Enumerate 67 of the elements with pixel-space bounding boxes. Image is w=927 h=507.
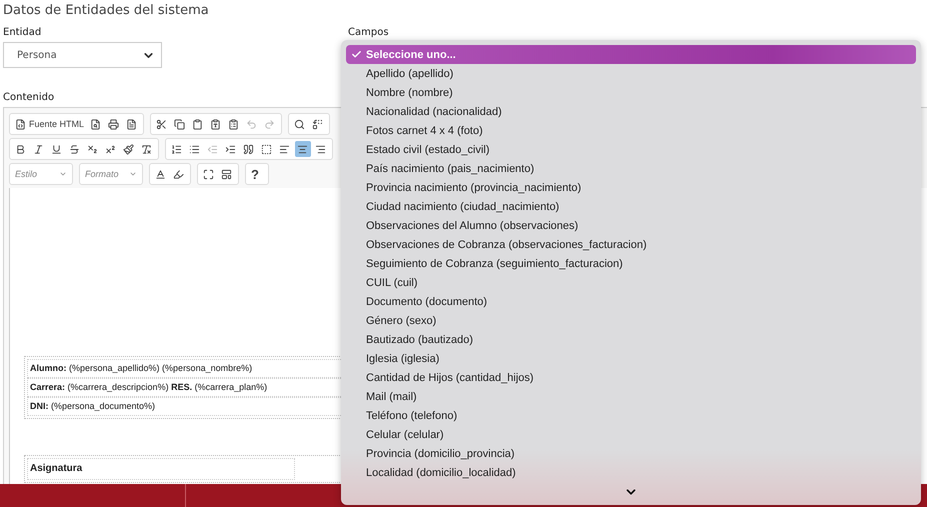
align-center-icon	[297, 144, 308, 154]
print-icon	[108, 118, 120, 130]
dropdown-option[interactable]: Fotos carnet 4 x 4 (foto)	[346, 121, 916, 140]
div-container-icon	[261, 144, 272, 154]
text-color-icon	[155, 168, 166, 180]
check-icon	[351, 49, 362, 60]
field-label: Campos	[348, 27, 389, 38]
field-label: Contenido	[3, 92, 54, 103]
dropdown-option[interactable]: Localidad (domicilio_localidad)	[346, 463, 916, 482]
dropdown-option[interactable]: Nacionalidad (nacionalidad)	[346, 102, 916, 121]
indent-icon	[225, 144, 236, 154]
redo-icon	[264, 118, 276, 130]
paintbrush-icon	[123, 144, 134, 154]
superscript-icon	[105, 144, 116, 154]
italic-icon	[33, 144, 44, 154]
style-dropdown[interactable]: Formato	[82, 166, 140, 182]
dropdown-option[interactable]: CUIL (cuil)	[346, 273, 916, 292]
code-file-icon	[15, 118, 26, 130]
dropdown-option[interactable]: Apellido (apellido)	[346, 64, 916, 83]
page-title: Datos de Entidades del sistema	[3, 3, 210, 20]
paste-text-icon	[210, 118, 222, 130]
dropdown-option[interactable]: Seguimiento de Cobranza (seguimiento_facturacion)	[346, 254, 916, 273]
table-header-cell: Asignatura	[27, 458, 295, 480]
highlighter-icon	[173, 168, 184, 180]
entity-select[interactable]: Persona	[3, 42, 162, 68]
align-left-icon	[279, 144, 290, 154]
strikethrough-icon	[69, 144, 80, 154]
caret-icon	[129, 170, 137, 178]
source-button[interactable]: Fuente HTML	[13, 116, 86, 132]
caret-icon	[59, 170, 67, 178]
paste-icon	[192, 118, 204, 130]
copy-icon	[174, 118, 186, 130]
field-label: Entidad	[3, 27, 42, 38]
dropdown-option[interactable]: Provincia nacimiento (provincia_nacimiento)	[346, 178, 916, 197]
quote-icon	[243, 144, 254, 154]
numbered-list-icon	[171, 144, 182, 154]
align-right-icon	[315, 144, 326, 154]
dropdown-option[interactable]: Documento (documento)	[346, 292, 916, 311]
undo-icon	[246, 118, 258, 130]
maximize-icon	[203, 168, 214, 180]
dropdown-option[interactable]: Nombre (nombre)	[346, 83, 916, 102]
clear-format-icon	[141, 144, 152, 154]
dropdown-option[interactable]: Estado civil (estado_civil)	[346, 140, 916, 159]
dropdown-option[interactable]: Observaciones de Cobranza (observaciones_facturacion)	[346, 235, 916, 254]
search-icon	[294, 118, 306, 130]
dropdown-option[interactable]: País nacimiento (pais_nacimiento)	[346, 159, 916, 178]
dropdown-option[interactable]: Seleccione uno...	[346, 45, 916, 64]
style-dropdown[interactable]: Estilo	[12, 166, 70, 182]
dropdown-option[interactable]: Celular (celular)	[346, 425, 916, 444]
underline-icon	[51, 144, 62, 154]
document-icon	[126, 118, 138, 130]
dropdown-option[interactable]: Género (sexo)	[346, 311, 916, 330]
dropdown-option[interactable]: Ciudad nacimiento (ciudad_nacimiento)	[346, 197, 916, 216]
dropdown-option[interactable]: Provincia (domicilio_provincia)	[346, 444, 916, 463]
paste-word-icon	[228, 118, 240, 130]
bullet-list-icon	[189, 144, 200, 154]
help-button[interactable]: ?	[249, 166, 265, 182]
subscript-icon	[87, 144, 98, 154]
show-blocks-icon	[221, 168, 232, 180]
bold-icon	[15, 144, 26, 154]
dropdown-option[interactable]: Bautizado (bautizado)	[346, 330, 916, 349]
outdent-icon	[207, 144, 218, 154]
dropdown-option[interactable]: Observaciones del Alumno (observaciones)	[346, 216, 916, 235]
align-center-button[interactable]	[295, 141, 311, 157]
replace-icon	[312, 118, 324, 130]
preview-icon	[90, 118, 102, 130]
cut-icon	[156, 118, 168, 130]
